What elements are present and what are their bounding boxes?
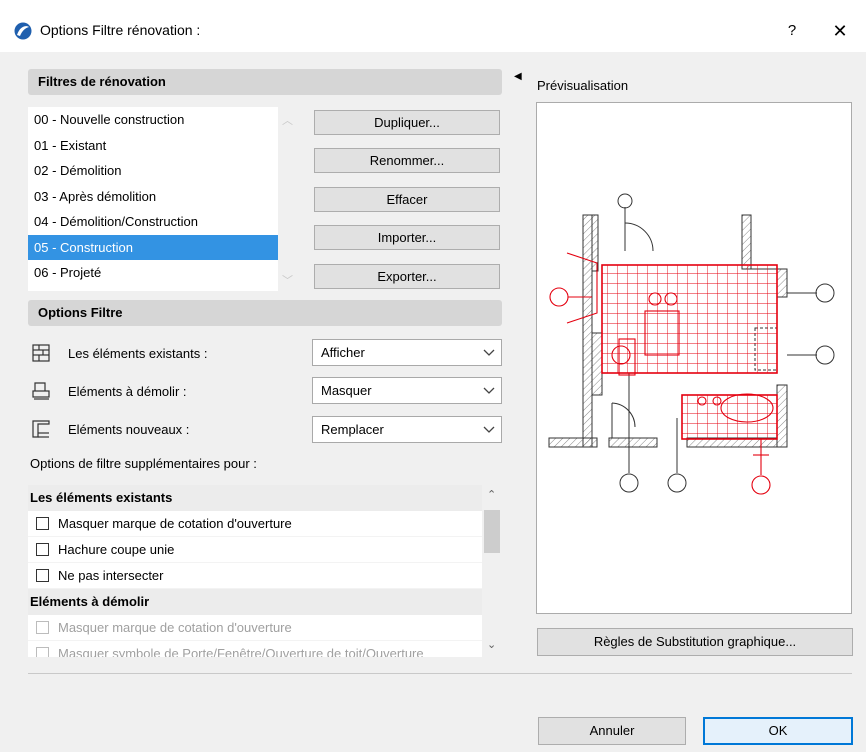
demolish-elements-label: Eléments à démolir : <box>68 384 187 399</box>
checkbox[interactable] <box>36 543 49 556</box>
cancel-button[interactable]: Annuler <box>538 717 686 745</box>
filter-list-item[interactable]: 00 - Nouvelle construction <box>28 107 278 133</box>
option-label: Masquer marque de cotation d'ouverture <box>58 620 292 635</box>
extra-options-list: Les éléments existants Masquer marque de… <box>28 485 502 657</box>
ok-button[interactable]: OK <box>703 717 853 745</box>
option-label: Ne pas intersecter <box>58 568 164 583</box>
new-elements-icon <box>32 420 50 438</box>
option-label: Masquer symbole de Porte/Fenêtre/Ouvertu… <box>58 646 424 657</box>
rename-button[interactable]: Renommer... <box>314 148 500 173</box>
filter-list-item[interactable]: 02 - Démolition <box>28 158 278 184</box>
floor-plan-preview <box>548 193 835 495</box>
option-row[interactable]: Hachure coupe unie <box>28 537 482 563</box>
renovation-filters-header: Filtres de rénovation <box>28 69 502 95</box>
window-title: Options Filtre rénovation : <box>40 22 201 38</box>
scroll-down-icon[interactable]: ⌄ <box>487 638 496 651</box>
option-row[interactable]: Ne pas intersecter <box>28 563 482 589</box>
new-elements-select[interactable]: Remplacer <box>312 416 502 443</box>
demolish-elements-select[interactable]: Masquer <box>312 377 502 404</box>
chevron-down-icon <box>483 426 495 433</box>
help-button[interactable]: ? <box>778 18 806 44</box>
scroll-up-icon[interactable]: ⌃ <box>487 488 496 501</box>
option-label: Hachure coupe unie <box>58 542 175 557</box>
filter-list-item[interactable]: 04 - Démolition/Construction <box>28 209 278 235</box>
list-scroll-down-icon[interactable]: ﹀ <box>282 272 293 288</box>
filter-list-item-selected[interactable]: 05 - Construction <box>28 234 278 260</box>
chevron-down-icon <box>483 349 495 356</box>
group-header-existing: Les éléments existants <box>28 485 482 511</box>
substitution-rules-button[interactable]: Règles de Substitution graphique... <box>537 628 853 656</box>
filter-list-item[interactable]: 06 - Projeté <box>28 260 278 286</box>
checkbox <box>36 647 49 657</box>
existing-elements-select[interactable]: Afficher <box>312 339 502 366</box>
filter-list-item[interactable]: 03 - Après démolition <box>28 184 278 210</box>
chevron-down-icon <box>483 387 495 394</box>
filter-list-item[interactable]: 01 - Existant <box>28 133 278 159</box>
export-button[interactable]: Exporter... <box>314 264 500 289</box>
group-header-demolish: Eléments à démolir <box>28 589 482 615</box>
preview-panel <box>536 102 852 614</box>
options-scrollbar-thumb[interactable] <box>484 510 500 553</box>
option-row[interactable]: Masquer marque de cotation d'ouverture <box>28 511 482 537</box>
archicad-app-icon <box>14 22 32 40</box>
title-bar: Options Filtre rénovation : ? ✕ <box>0 0 866 52</box>
demolish-elements-icon <box>32 382 50 400</box>
extra-options-label: Options de filtre supplémentaires pour : <box>30 456 257 471</box>
option-label: Masquer marque de cotation d'ouverture <box>58 516 292 531</box>
existing-elements-label: Les éléments existants : <box>68 346 208 361</box>
new-elements-label: Eléments nouveaux : <box>68 422 190 437</box>
renovation-filter-list[interactable]: 00 - Nouvelle construction 01 - Existant… <box>28 107 278 291</box>
filter-options-header: Options Filtre <box>28 300 502 326</box>
divider <box>28 673 852 674</box>
checkbox <box>36 621 49 634</box>
existing-elements-icon <box>32 344 50 362</box>
option-row-disabled: Masquer symbole de Porte/Fenêtre/Ouvertu… <box>28 641 482 657</box>
checkbox[interactable] <box>36 569 49 582</box>
checkbox[interactable] <box>36 517 49 530</box>
collapse-panel-icon[interactable]: ◀ <box>514 71 522 82</box>
new-elements-value: Remplacer <box>321 422 384 437</box>
preview-label: Prévisualisation <box>537 78 629 93</box>
list-scroll-up-icon[interactable]: ︿ <box>282 112 293 128</box>
option-row-disabled: Masquer marque de cotation d'ouverture <box>28 615 482 641</box>
duplicate-button[interactable]: Dupliquer... <box>314 110 500 135</box>
demolish-elements-value: Masquer <box>321 383 372 398</box>
import-button[interactable]: Importer... <box>314 225 500 250</box>
delete-button[interactable]: Effacer <box>314 187 500 212</box>
close-button[interactable]: ✕ <box>826 18 854 44</box>
existing-elements-value: Afficher <box>321 345 365 360</box>
